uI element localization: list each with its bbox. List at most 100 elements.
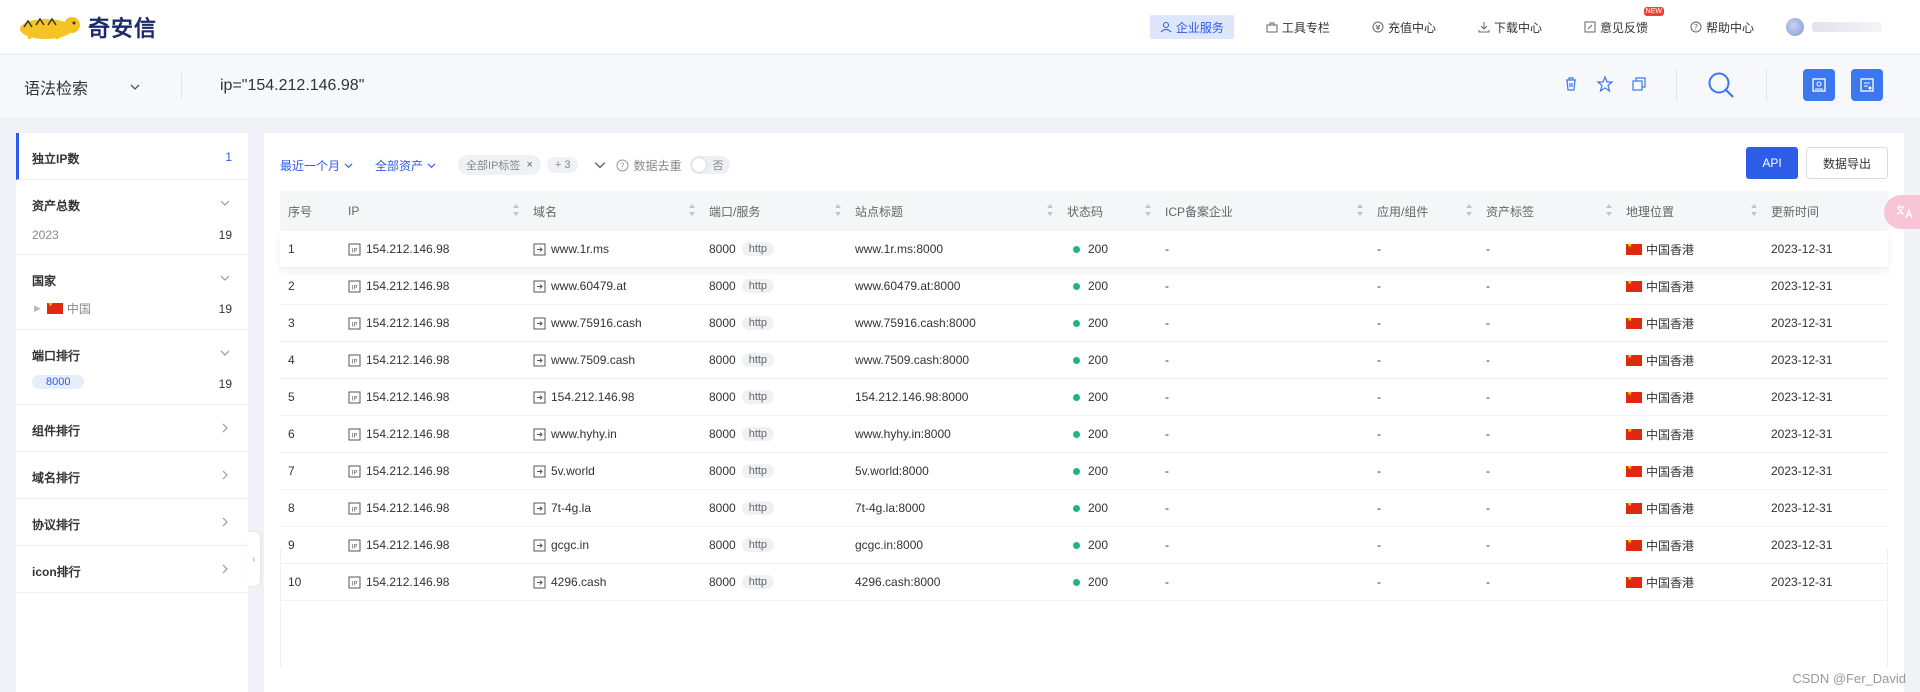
cell-geo[interactable]: 中国香港 [1618, 379, 1763, 415]
ip-link[interactable]: 154.212.146.98 [366, 427, 449, 441]
cell-geo[interactable]: 中国香港 [1618, 416, 1763, 452]
cell-port[interactable]: 8000 http [701, 490, 847, 526]
ip-link[interactable]: 154.212.146.98 [366, 279, 449, 293]
nav-download[interactable]: 下载中心 [1468, 15, 1552, 39]
service-badge[interactable]: http [741, 464, 775, 478]
ip-link[interactable]: 154.212.146.98 [366, 390, 449, 404]
sidebar-country-item[interactable]: ▶ 中国 [34, 300, 91, 317]
sort-icon[interactable] [1466, 203, 1472, 217]
cell-geo[interactable]: 中国香港 [1618, 490, 1763, 526]
sidebar-collapse-toggle[interactable]: ‹ [248, 532, 260, 586]
cell-port[interactable]: 8000 http [701, 416, 847, 452]
nav-help[interactable]: ? 帮助中心 [1680, 15, 1764, 39]
ip-tag-filter[interactable]: 全部IP标签 × [458, 155, 541, 175]
cell-ip[interactable]: IP 154.212.146.98 [340, 305, 525, 341]
cell-ip[interactable]: IP 154.212.146.98 [340, 379, 525, 415]
header-geo[interactable]: 地理位置 [1618, 191, 1763, 231]
domain-link[interactable]: 7t-4g.la [551, 501, 591, 515]
sidebar-icon-rank[interactable]: icon排行 [16, 546, 248, 593]
sidebar-component-rank[interactable]: 组件排行 [16, 405, 248, 452]
saved-queries-button[interactable] [1851, 69, 1883, 101]
sort-icon[interactable] [1145, 203, 1151, 217]
nav-toolbox[interactable]: 工具专栏 [1256, 15, 1340, 39]
cell-port[interactable]: 8000 http [701, 305, 847, 341]
more-tags[interactable]: + 3 [546, 157, 579, 173]
cell-ip[interactable]: IP 154.212.146.98 [340, 416, 525, 452]
sidebar-domain-rank[interactable]: 域名排行 [16, 452, 248, 499]
search-input[interactable]: ip="154.212.146.98" [220, 77, 364, 95]
domain-link[interactable]: 154.212.146.98 [551, 390, 634, 404]
cell-ip[interactable]: IP 154.212.146.98 [340, 490, 525, 526]
ip-link[interactable]: 154.212.146.98 [366, 316, 449, 330]
sort-icon[interactable] [1047, 203, 1053, 217]
port-value[interactable]: 8000 [709, 242, 736, 256]
sort-icon[interactable] [689, 203, 695, 217]
service-badge[interactable]: http [741, 501, 775, 515]
cell-port[interactable]: 8000 http [701, 268, 847, 304]
api-button[interactable]: API [1746, 147, 1798, 179]
user-menu[interactable] [1786, 18, 1886, 36]
brand-logo[interactable]: 奇安信 [16, 12, 157, 42]
service-badge[interactable]: http [741, 279, 775, 293]
chevron-down-icon[interactable] [594, 159, 606, 171]
nav-enterprise-service[interactable]: 企业服务 [1149, 15, 1234, 39]
port-value[interactable]: 8000 [709, 353, 736, 367]
time-range-dropdown[interactable]: 最近一个月 [280, 157, 353, 174]
cell-port[interactable]: 8000 http [701, 342, 847, 378]
service-badge[interactable]: http [741, 390, 775, 404]
sidebar-total-assets[interactable]: 资产总数 2023 19 [16, 180, 248, 255]
sidebar-country[interactable]: 国家 ▶ 中国 19 [16, 255, 248, 330]
sort-icon[interactable] [513, 203, 519, 217]
cell-domain[interactable]: www.1r.ms [525, 231, 701, 267]
asset-scope-dropdown[interactable]: 全部资产 [375, 157, 436, 174]
cell-port[interactable]: 8000 http [701, 231, 847, 267]
service-badge[interactable]: http [741, 242, 775, 256]
geo-value[interactable]: 中国香港 [1646, 352, 1694, 369]
favorite-button[interactable] [1594, 73, 1616, 95]
cell-port[interactable]: 8000 http [701, 379, 847, 415]
cell-port[interactable]: 8000 http [701, 453, 847, 489]
header-icp[interactable]: ICP备案企业 [1157, 191, 1369, 231]
service-badge[interactable]: http [741, 316, 775, 330]
port-value[interactable]: 8000 [709, 390, 736, 404]
service-badge[interactable]: http [741, 427, 775, 441]
export-button[interactable]: 数据导出 [1806, 147, 1888, 179]
port-value[interactable]: 8000 [709, 464, 736, 478]
geo-value[interactable]: 中国香港 [1646, 241, 1694, 258]
nav-feedback[interactable]: 意见反馈 NEW [1574, 7, 1664, 39]
cell-domain[interactable]: 154.212.146.98 [525, 379, 701, 415]
translate-float-button[interactable] [1884, 195, 1920, 229]
domain-link[interactable]: 5v.world [551, 464, 595, 478]
sort-icon[interactable] [1751, 203, 1757, 217]
search-mode-dropdown[interactable]: 语法检索 [24, 75, 140, 99]
cell-domain[interactable]: 7t-4g.la [525, 490, 701, 526]
sidebar-port-pill[interactable]: 8000 [32, 375, 85, 389]
geo-value[interactable]: 中国香港 [1646, 426, 1694, 443]
close-icon[interactable]: × [526, 159, 532, 171]
nav-recharge[interactable]: 充值中心 [1362, 15, 1446, 39]
header-ip[interactable]: IP [340, 191, 525, 231]
port-value[interactable]: 8000 [709, 501, 736, 515]
cell-geo[interactable]: 中国香港 [1618, 268, 1763, 304]
geo-value[interactable]: 中国香港 [1646, 278, 1694, 295]
sort-icon[interactable] [835, 203, 841, 217]
copy-button[interactable] [1628, 73, 1650, 95]
geo-value[interactable]: 中国香港 [1646, 463, 1694, 480]
clear-button[interactable] [1560, 73, 1582, 95]
ip-link[interactable]: 154.212.146.98 [366, 242, 449, 256]
cell-ip[interactable]: IP 154.212.146.98 [340, 453, 525, 489]
header-tag[interactable]: 资产标签 [1478, 191, 1618, 231]
sidebar-unique-ip[interactable]: 独立IP数 1 [16, 133, 248, 180]
cell-ip[interactable]: IP 154.212.146.98 [340, 231, 525, 267]
ip-link[interactable]: 154.212.146.98 [366, 464, 449, 478]
header-app[interactable]: 应用/组件 [1369, 191, 1478, 231]
cell-domain[interactable]: www.7509.cash [525, 342, 701, 378]
port-value[interactable]: 8000 [709, 427, 736, 441]
sidebar-protocol-rank[interactable]: 协议排行 [16, 499, 248, 546]
sort-icon[interactable] [1606, 203, 1612, 217]
domain-link[interactable]: www.7509.cash [551, 353, 635, 367]
geo-value[interactable]: 中国香港 [1646, 389, 1694, 406]
service-badge[interactable]: http [741, 353, 775, 367]
header-status[interactable]: 状态码 [1059, 191, 1157, 231]
cell-domain[interactable]: www.75916.cash [525, 305, 701, 341]
